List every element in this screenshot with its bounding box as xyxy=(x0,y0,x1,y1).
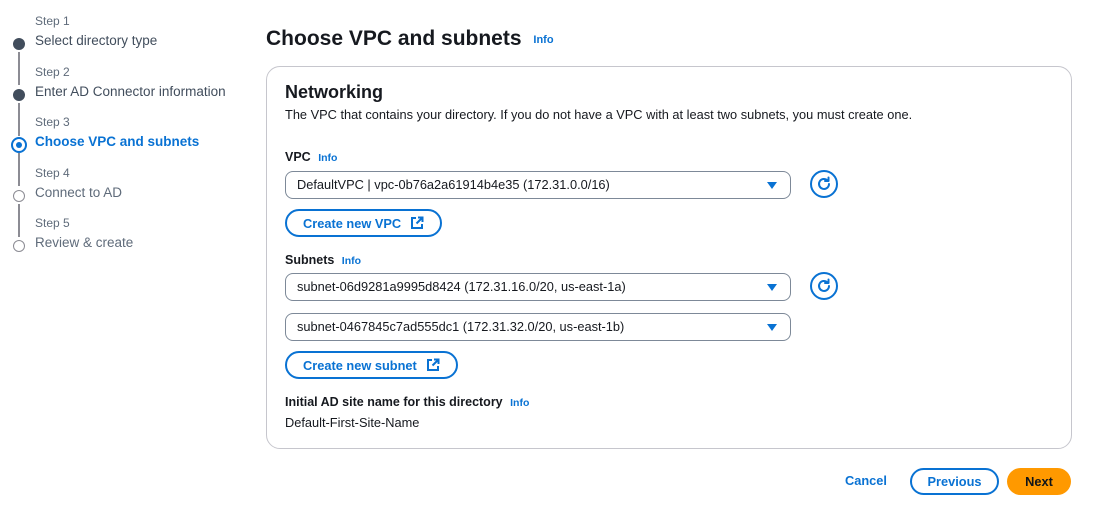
next-button[interactable]: Next xyxy=(1007,468,1071,495)
subnets-refresh-button[interactable] xyxy=(810,272,838,300)
previous-label: Previous xyxy=(927,474,982,489)
ad-site-label-text: Initial AD site name for this directory xyxy=(285,395,503,409)
subnets-info-link[interactable]: Info xyxy=(342,255,361,267)
vpc-refresh-button[interactable] xyxy=(810,170,838,198)
subnet-select-1[interactable]: subnet-06d9281a9995d8424 (172.31.16.0/20… xyxy=(285,273,791,301)
step-pending-icon xyxy=(13,189,25,202)
page-title: Choose VPC and subnets Info xyxy=(266,27,554,51)
external-link-icon xyxy=(410,216,424,230)
caret-down-icon xyxy=(767,284,777,291)
step-pending-icon xyxy=(13,240,25,252)
previous-button[interactable]: Previous xyxy=(910,468,999,495)
page-title-text: Choose VPC and subnets xyxy=(266,27,522,50)
step-2[interactable]: Step 2 Enter AD Connector information xyxy=(11,64,241,136)
step-title: Connect to AD xyxy=(35,184,123,200)
external-link-icon xyxy=(426,358,440,372)
cancel-button[interactable]: Cancel xyxy=(845,473,887,488)
step-title: Choose VPC and subnets xyxy=(35,134,200,149)
subnet-select-value: subnet-0467845c7ad555dc1 (172.31.32.0/20… xyxy=(297,319,625,334)
ad-site-label: Initial AD site name for this directory … xyxy=(285,395,529,409)
vpc-select-value: DefaultVPC | vpc-0b76a2a61914b4e35 (172.… xyxy=(297,177,610,192)
panel-description: The VPC that contains your directory. If… xyxy=(285,107,913,122)
subnets-label-text: Subnets xyxy=(285,253,335,267)
refresh-icon xyxy=(818,176,830,190)
step-4: Step 4 Connect to AD xyxy=(11,165,241,237)
vpc-select[interactable]: DefaultVPC | vpc-0b76a2a61914b4e35 (172.… xyxy=(285,171,791,199)
create-subnet-label: Create new subnet xyxy=(303,357,417,373)
step-title[interactable]: Select directory type xyxy=(35,32,241,50)
step-done-icon xyxy=(13,88,25,101)
step-done-icon xyxy=(13,38,25,50)
step-number: Step 2 xyxy=(35,64,70,79)
create-subnet-button[interactable]: Create new subnet xyxy=(285,351,458,379)
step-number: Step 5 xyxy=(35,216,70,230)
step-current-icon xyxy=(11,137,27,153)
step-3: Step 3 Choose VPC and subnets xyxy=(11,115,241,186)
create-vpc-label: Create new VPC xyxy=(303,215,402,231)
ad-site-info-link[interactable]: Info xyxy=(510,397,529,409)
panel-title: Networking xyxy=(285,82,384,102)
create-vpc-button[interactable]: Create new VPC xyxy=(285,209,443,237)
wizard-steps: Step 1 Select directory type Step 2 Ente… xyxy=(11,14,241,267)
ad-site-value: Default-First-Site-Name xyxy=(285,415,420,430)
refresh-icon xyxy=(818,278,830,292)
page-info-link[interactable]: Info xyxy=(533,34,553,46)
subnets-label: Subnets Info xyxy=(285,253,361,267)
step-number: Step 3 xyxy=(35,115,70,129)
subnet-select-2[interactable]: subnet-0467845c7ad555dc1 (172.31.32.0/20… xyxy=(285,313,791,341)
subnet-select-value: subnet-06d9281a9995d8424 (172.31.16.0/20… xyxy=(297,279,626,294)
step-5: Step 5 Review & create xyxy=(11,216,241,267)
step-number: Step 4 xyxy=(35,165,70,180)
step-number: Step 1 xyxy=(35,14,70,28)
vpc-label-text: VPC xyxy=(285,150,311,164)
vpc-label: VPC Info xyxy=(285,150,337,164)
caret-down-icon xyxy=(767,182,777,189)
next-label: Next xyxy=(1025,474,1053,489)
step-title[interactable]: Enter AD Connector information xyxy=(35,83,241,101)
networking-panel: Networking The VPC that contains your di… xyxy=(266,66,1072,449)
step-title: Review & create xyxy=(35,235,134,250)
caret-down-icon xyxy=(767,324,777,331)
step-1[interactable]: Step 1 Select directory type xyxy=(11,14,241,85)
vpc-info-link[interactable]: Info xyxy=(318,152,337,164)
